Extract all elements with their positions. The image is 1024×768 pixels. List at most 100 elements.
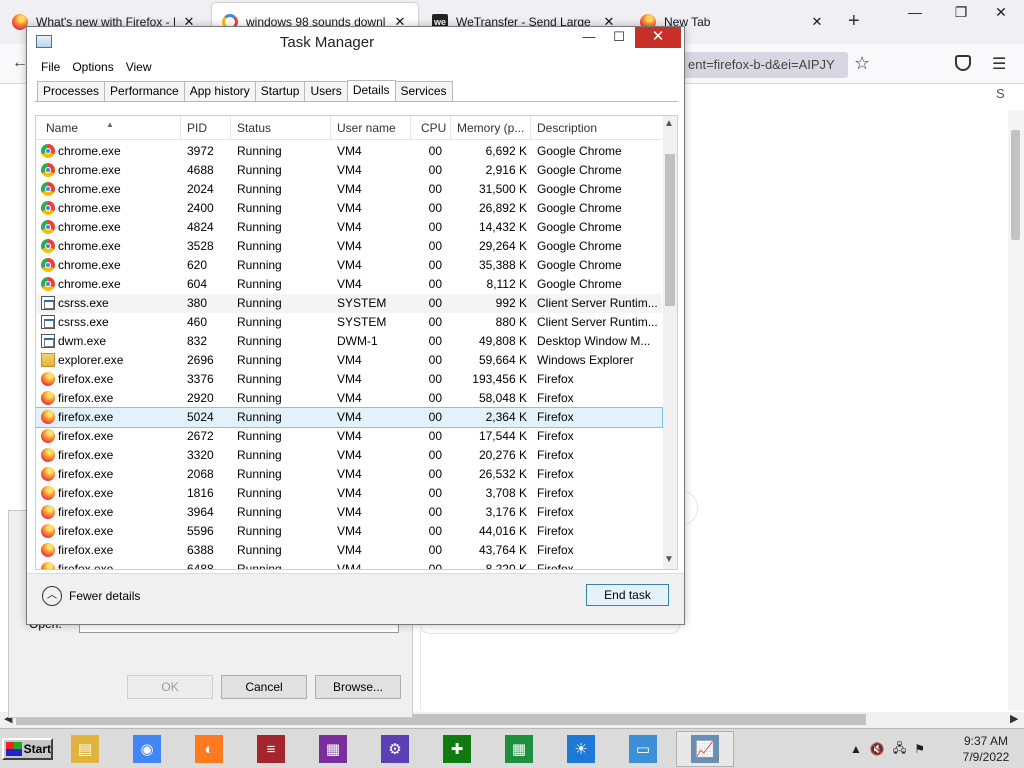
taskbar-screen-app[interactable]: ▭ [614, 731, 672, 767]
chrome-icon [41, 239, 55, 253]
scroll-down-icon[interactable]: ▼ [664, 554, 674, 565]
table-row[interactable]: firefox.exe 6388 Running VM4 00 43,764 K Firef… [36, 541, 662, 560]
cell-user: VM4 [337, 524, 362, 538]
table-row[interactable]: firefox.exe 6488 Running VM4 00 8,220 K Firefo… [36, 560, 662, 569]
firefox-vertical-scrollbar[interactable] [1008, 110, 1024, 710]
taskbar-file-explorer[interactable]: ▤ [56, 731, 114, 767]
browse-button[interactable]: Browse... [315, 675, 401, 699]
cell-description: Firefox [537, 448, 574, 462]
column-header-cpu[interactable]: CPU [411, 116, 451, 140]
show-hidden-icons-icon[interactable]: ▲ [850, 742, 862, 756]
taskbar-clock[interactable]: 9:37 AM 7/9/2022 [950, 733, 1022, 765]
taskbar-calculator[interactable]: ▦ [490, 731, 548, 767]
taskbar-app-red[interactable]: ≡ [242, 731, 300, 767]
tab-processes[interactable]: Processes [37, 81, 106, 101]
scrollbar-thumb[interactable] [665, 154, 675, 306]
cell-memory: 44,016 K [478, 524, 527, 538]
firefox-icon [41, 429, 55, 443]
table-row[interactable]: chrome.exe 620 Running VM4 00 35,388 K Google … [36, 256, 662, 275]
column-header-pid[interactable]: PID [181, 116, 231, 140]
column-header-status[interactable]: Status [231, 116, 331, 140]
menu-options[interactable]: Options [66, 58, 119, 78]
firefox-maximize-button[interactable]: ❐ [946, 2, 976, 24]
table-row[interactable]: firefox.exe 2672 Running VM4 00 17,544 K Firef… [36, 427, 662, 446]
table-row[interactable]: explorer.exe 2696 Running VM4 00 59,664 K Wind… [36, 351, 662, 370]
tab-performance[interactable]: Performance [104, 81, 185, 101]
pocket-icon[interactable] [955, 55, 971, 71]
close-button[interactable]: ✕ [635, 27, 681, 48]
scrollbar-thumb[interactable] [1011, 130, 1020, 240]
table-row[interactable]: firefox.exe 5024 Running VM4 00 2,364 K Firefo… [36, 407, 663, 428]
cell-status: Running [237, 353, 282, 367]
menu-view[interactable]: View [120, 58, 158, 78]
firefox-close-button[interactable]: ✕ [986, 2, 1016, 24]
column-header-name[interactable]: ▲ Name [36, 116, 181, 140]
table-row[interactable]: csrss.exe 380 Running SYSTEM 00 992 K Client S… [36, 294, 662, 313]
title-bar[interactable]: Task Manager — ☐ ✕ [27, 27, 684, 57]
chevron-up-icon[interactable]: ︿ [42, 586, 62, 606]
end-task-button[interactable]: End task [586, 584, 669, 606]
table-row[interactable]: chrome.exe 604 Running VM4 00 8,112 K Google C… [36, 275, 662, 294]
column-header-description[interactable]: Description [531, 116, 661, 140]
sort-ascending-icon: ▲ [106, 120, 114, 129]
table-row[interactable]: firefox.exe 1816 Running VM4 00 3,708 K Firefo… [36, 484, 662, 503]
cell-pid: 4688 [187, 163, 214, 177]
table-row[interactable]: chrome.exe 2024 Running VM4 00 31,500 K Google… [36, 180, 662, 199]
cell-cpu: 00 [428, 296, 442, 310]
tab-users[interactable]: Users [304, 81, 348, 101]
cell-status: Running [237, 486, 282, 500]
action-center-flag-icon[interactable]: ⚑ [914, 742, 925, 756]
table-row[interactable]: csrss.exe 460 Running SYSTEM 00 880 K Client S… [36, 313, 662, 332]
start-button[interactable]: Start [2, 738, 53, 760]
ok-button[interactable]: OK [127, 675, 213, 699]
table-row[interactable]: chrome.exe 3528 Running VM4 00 29,264 K Google… [36, 237, 662, 256]
fewer-details-link[interactable]: Fewer details [69, 589, 140, 603]
network-icon[interactable]: 🖧 [893, 739, 906, 760]
minimize-button[interactable]: — [575, 27, 603, 48]
taskbar-firefox[interactable]: ◐ [180, 731, 238, 767]
process-icon [41, 315, 55, 329]
menu-file[interactable]: File [35, 58, 66, 78]
bookmark-star-icon[interactable]: ☆ [854, 53, 870, 74]
taskbar-task-manager[interactable]: 📈 [676, 731, 734, 767]
taskbar-weather[interactable]: ☀ [552, 731, 610, 767]
new-tab-button[interactable]: + [848, 10, 860, 33]
table-row[interactable]: firefox.exe 5596 Running VM4 00 44,016 K Firef… [36, 522, 662, 541]
maximize-button[interactable]: ☐ [605, 27, 633, 48]
scroll-up-icon[interactable]: ▲ [664, 118, 674, 129]
speaker-muted-icon[interactable]: 🔇 [870, 742, 885, 756]
table-row[interactable]: chrome.exe 4688 Running VM4 00 2,916 K Google … [36, 161, 662, 180]
cell-user: VM4 [337, 353, 362, 367]
cell-user: VM4 [337, 505, 362, 519]
taskbar-chrome[interactable]: ◉ [118, 731, 176, 767]
table-row[interactable]: firefox.exe 3376 Running VM4 00 193,456 K Fire… [36, 370, 662, 389]
close-icon[interactable]: ✕ [809, 14, 825, 30]
table-row[interactable]: firefox.exe 2068 Running VM4 00 26,532 K Firef… [36, 465, 662, 484]
tab-app-history[interactable]: App history [183, 81, 256, 101]
table-row[interactable]: dwm.exe 832 Running DWM-1 00 49,808 K Desktop … [36, 332, 662, 351]
cell-pid: 1816 [187, 486, 214, 500]
cell-cpu: 00 [428, 467, 442, 481]
tab-details[interactable]: Details [346, 80, 396, 101]
taskbar-xbox[interactable]: ✚ [428, 731, 486, 767]
table-row[interactable]: chrome.exe 2400 Running VM4 00 26,892 K Google… [36, 199, 662, 218]
table-row[interactable]: chrome.exe 3972 Running VM4 00 6,692 K Google … [36, 142, 662, 161]
taskbar-settings[interactable]: ⚙ [366, 731, 424, 767]
hamburger-menu-icon[interactable]: ☰ [992, 54, 1006, 74]
cell-memory: 35,388 K [478, 258, 527, 272]
process-list-scrollbar[interactable]: ▲ ▼ [663, 116, 677, 569]
tab-startup[interactable]: Startup [254, 81, 306, 101]
cancel-button[interactable]: Cancel [221, 675, 307, 699]
table-row[interactable]: firefox.exe 3964 Running VM4 00 3,176 K Firefo… [36, 503, 662, 522]
cell-cpu: 00 [428, 391, 442, 405]
firefox-minimize-button[interactable]: — [900, 2, 930, 24]
scroll-right-icon[interactable]: ▶ [1010, 712, 1018, 725]
table-row[interactable]: firefox.exe 3320 Running VM4 00 20,276 K Firef… [36, 446, 662, 465]
url-bar[interactable]: ent=firefox-b-d&ei=AIPJY [682, 52, 848, 78]
tab-services[interactable]: Services [394, 81, 453, 101]
column-header-memory[interactable]: Memory (p... [451, 116, 531, 140]
taskbar-app-purple[interactable]: ▦ [304, 731, 362, 767]
table-row[interactable]: firefox.exe 2920 Running VM4 00 58,048 K Firef… [36, 389, 662, 408]
table-row[interactable]: chrome.exe 4824 Running VM4 00 14,432 K Google… [36, 218, 662, 237]
column-header-user[interactable]: User name [331, 116, 411, 140]
